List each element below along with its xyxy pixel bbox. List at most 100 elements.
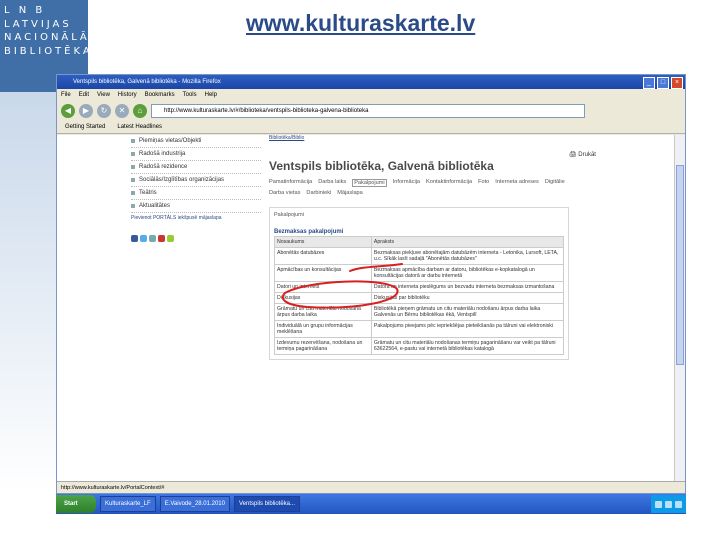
table-row: Abonētās datubāzes Bezmaksas piekļuve abo… bbox=[274, 247, 565, 265]
table-row: Diskusijas Diskusijas par bibliotēku bbox=[274, 292, 565, 304]
bookmarks-toolbar: Getting Started Latest Headlines bbox=[57, 121, 685, 134]
sidenav-item[interactable]: Sociālās/Izglītības organizācijas bbox=[131, 174, 261, 187]
info-tabs: Pamatinformācija Darba laiks Pakalpojumi In… bbox=[269, 179, 589, 196]
social-icons bbox=[131, 235, 261, 242]
service-name-cell: Datori un internets bbox=[274, 281, 372, 293]
sidenav-item[interactable]: Teātris bbox=[131, 187, 261, 200]
system-tray bbox=[651, 495, 686, 513]
tray-icon[interactable] bbox=[665, 500, 672, 508]
windows-taskbar: Start Kulturaskarte_LF E.Vaivode_28.01.2… bbox=[56, 494, 686, 514]
service-description-cell: Bezmaksas piekļuve abonētajām datubāzēm … bbox=[370, 247, 565, 265]
menu-bar: File Edit View History Bookmarks Tools H… bbox=[57, 89, 685, 101]
sidenav-item[interactable]: Piemiņas vietas/Objekti bbox=[131, 135, 261, 148]
minimize-button[interactable]: _ bbox=[643, 77, 655, 89]
navigation-toolbar: ◀ ▶ ↻ ✕ ⌂ http://www.kulturaskarte.lv/#/… bbox=[57, 101, 685, 121]
home-icon[interactable]: ⌂ bbox=[133, 104, 147, 118]
back-icon[interactable]: ◀ bbox=[61, 104, 75, 118]
taskbar-item-active[interactable]: Ventspils bibliotēka... bbox=[233, 496, 301, 512]
sidenav-item[interactable]: Aktualitātes bbox=[131, 200, 261, 213]
print-label: Drukāt bbox=[578, 152, 596, 158]
taskbar-item[interactable]: Kulturaskarte_LF bbox=[100, 496, 156, 512]
service-name-cell: Abonētās datubāzes bbox=[274, 247, 372, 265]
service-description-cell: Grāmatu un citu materiālu nodošanas term… bbox=[370, 337, 565, 355]
sidenav-note[interactable]: Pievienot PORTĀLS iekšpusē mājaslapa bbox=[131, 215, 261, 221]
tray-icon[interactable] bbox=[655, 500, 662, 508]
bookmark-getting-started[interactable]: Getting Started bbox=[65, 121, 105, 133]
reload-icon[interactable]: ↻ bbox=[97, 104, 111, 118]
forward-icon[interactable]: ▶ bbox=[79, 104, 93, 118]
address-bar[interactable]: http://www.kulturaskarte.lv/#/biblioteka… bbox=[151, 104, 585, 118]
tab-item[interactable]: Kontaktinformācija bbox=[426, 179, 472, 187]
status-bar: http://www.kulturaskarte.lv/PortalContex… bbox=[57, 481, 685, 493]
window-title: Ventspils bibliotēka, Galvenā bibliotēka… bbox=[73, 79, 221, 85]
tab-item[interactable]: Pakalpojumi bbox=[352, 179, 387, 187]
side-navigation: Piemiņas vietas/Objekti Radošā industrij… bbox=[131, 135, 261, 242]
tab-item[interactable]: Mājaslapa bbox=[337, 190, 363, 196]
column-header: Apraksts bbox=[370, 236, 565, 248]
bookmark-latest-headlines[interactable]: Latest Headlines bbox=[117, 121, 162, 133]
tab-item[interactable]: Foto bbox=[478, 179, 489, 187]
tab-item[interactable]: Darba vietas bbox=[269, 190, 300, 196]
site-url-heading[interactable]: www.kulturaskarte.lv bbox=[246, 10, 475, 37]
sidenav-item[interactable]: Radošā rezidence bbox=[131, 161, 261, 174]
logo-line: LATVIJAS bbox=[4, 18, 72, 30]
start-button[interactable]: Start bbox=[56, 495, 96, 513]
breadcrumb[interactable]: Bibliotēka/Biblio bbox=[269, 135, 304, 141]
sidenav-item[interactable]: Radošā industrija bbox=[131, 148, 261, 161]
table-row: Apmācības un konsultācijas Bezmaksas apmā… bbox=[274, 264, 565, 282]
service-name-cell: Grāmatu un citu materiālu nodošana ārpus… bbox=[274, 303, 372, 321]
tab-item[interactable]: Informācija bbox=[393, 179, 420, 187]
tray-icon[interactable] bbox=[675, 500, 682, 508]
service-name-cell: Individuālā un grupu informācijas meklēš… bbox=[274, 320, 372, 338]
twitter-icon[interactable] bbox=[140, 235, 147, 242]
service-name-cell: Apmācības un konsultācijas bbox=[274, 264, 372, 282]
services-table: Bezmaksas pakalpojumi Nosaukums Apraksts… bbox=[274, 228, 565, 355]
taskbar-item[interactable]: E.Vaivode_28.01.2010 bbox=[159, 496, 230, 512]
print-link[interactable]: 🖨 Drukāt bbox=[569, 151, 596, 158]
service-description-cell: Bezmaksas apmācība darbam ar datoru, bib… bbox=[370, 264, 565, 282]
service-description-cell: Pakalpojums pieejams pēc iepriekšējas pi… bbox=[370, 320, 565, 338]
tab-item[interactable]: Darbinieki bbox=[306, 190, 331, 196]
service-description-cell: Bibliotēkā pieņem grāmatu un citu materi… bbox=[370, 303, 565, 321]
tab-item[interactable]: Darba laiks bbox=[318, 179, 346, 187]
menu-help[interactable]: Help bbox=[205, 89, 217, 101]
page-title: Ventspils bibliotēka, Galvenā bibliotēka bbox=[269, 159, 494, 173]
menu-history[interactable]: History bbox=[118, 89, 137, 101]
logo-line: BIBLIOTĒKA bbox=[4, 45, 93, 57]
vertical-scrollbar[interactable] bbox=[674, 135, 685, 481]
table-row: Grāmatu un citu materiālu nodošana ārpus… bbox=[274, 303, 565, 321]
menu-bookmarks[interactable]: Bookmarks bbox=[145, 89, 175, 101]
close-button[interactable]: × bbox=[671, 77, 683, 89]
stop-icon[interactable]: ✕ bbox=[115, 104, 129, 118]
menu-edit[interactable]: Edit bbox=[79, 89, 89, 101]
service-name-cell: Izdevumu rezervēšana, nodošana un termiņ… bbox=[274, 337, 372, 355]
service-description-cell: Diskusijas par bibliotēku bbox=[370, 292, 565, 304]
browser-window: Ventspils bibliotēka, Galvenā bibliotēka… bbox=[56, 74, 686, 494]
logo-line: L N B bbox=[4, 5, 46, 16]
logo-gradient-strip bbox=[0, 92, 56, 492]
services-panel: Pakalpojumi Bezmaksas pakalpojumi Nosauk… bbox=[269, 207, 569, 360]
menu-view[interactable]: View bbox=[97, 89, 110, 101]
table-row: Izdevumu rezervēšana, nodošana un termiņ… bbox=[274, 337, 565, 355]
maximize-button[interactable]: □ bbox=[657, 77, 669, 89]
table-row: Individuālā un grupu informācijas meklēš… bbox=[274, 320, 565, 338]
panel-title: Pakalpojumi bbox=[274, 212, 304, 218]
share-icon[interactable] bbox=[167, 235, 174, 242]
table-row: Datori un internets Datora un interneta p… bbox=[274, 281, 565, 293]
table-caption: Bezmaksas pakalpojumi bbox=[274, 229, 344, 235]
tab-item[interactable]: Pamatinformācija bbox=[269, 179, 312, 187]
tab-item[interactable]: Interneta adreses bbox=[495, 179, 539, 187]
page-viewport: Piemiņas vietas/Objekti Radošā industrij… bbox=[57, 135, 677, 481]
logo-line: NACIONĀLĀ bbox=[4, 32, 90, 43]
service-description-cell: Datora un interneta pieslēgums un bezvad… bbox=[370, 281, 565, 293]
menu-tools[interactable]: Tools bbox=[183, 89, 197, 101]
window-titlebar: Ventspils bibliotēka, Galvenā bibliotēka… bbox=[57, 75, 685, 89]
draugiem-icon[interactable] bbox=[149, 235, 156, 242]
google-icon[interactable] bbox=[158, 235, 165, 242]
menu-file[interactable]: File bbox=[61, 89, 71, 101]
service-name-cell: Diskusijas bbox=[274, 292, 372, 304]
facebook-icon[interactable] bbox=[131, 235, 138, 242]
column-header: Nosaukums bbox=[274, 236, 372, 248]
tab-item[interactable]: Digitālie bbox=[545, 179, 565, 187]
scrollbar-thumb[interactable] bbox=[676, 165, 684, 365]
